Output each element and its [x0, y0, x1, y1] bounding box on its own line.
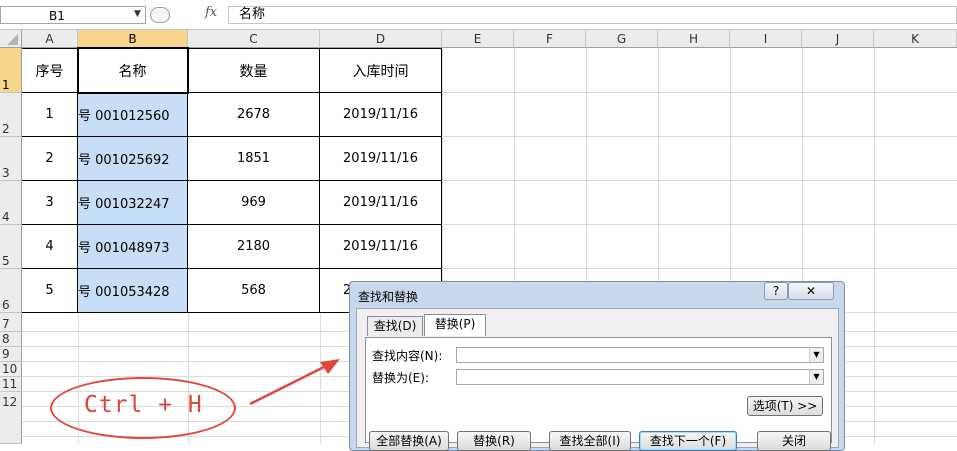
close-dialog-button[interactable]: 关闭	[757, 431, 831, 451]
table-cell-name[interactable]: 货号 001025692	[78, 137, 187, 180]
name-box[interactable]: B1 ▼	[0, 6, 146, 24]
find-what-input[interactable]: ▼	[456, 347, 824, 363]
row-header-5[interactable]: 5	[0, 225, 22, 269]
table-cell-qty[interactable]: 568	[188, 269, 319, 312]
table-cell-qty[interactable]: 2180	[188, 225, 319, 268]
table-cell-no[interactable]: 1	[22, 93, 77, 136]
column-header-i[interactable]: I	[730, 30, 802, 48]
formula-input[interactable]: 名称	[228, 6, 957, 24]
row-header-7[interactable]: 7	[0, 313, 22, 332]
table-cell-date[interactable]: 2019/11/16	[320, 181, 441, 224]
header-qty[interactable]: 数量	[188, 49, 319, 92]
replace-tab-panel: 查找内容(N): ▼ 替换为(E): ▼ 选项(T) >>	[365, 337, 832, 443]
row-header-1[interactable]: 1	[0, 48, 22, 93]
table-cell-no[interactable]: 5	[22, 269, 77, 312]
find-next-button[interactable]: 查找下一个(F)	[639, 431, 737, 451]
find-what-label: 查找内容(N):	[372, 349, 443, 363]
tab-find[interactable]: 查找(D)	[367, 316, 423, 336]
table-cell-no[interactable]: 2	[22, 137, 77, 180]
row-header-2[interactable]: 2	[0, 93, 22, 137]
chevron-down-icon[interactable]: ▼	[809, 370, 823, 384]
table-cell-date[interactable]: 2019/11/16	[320, 225, 441, 268]
table-cell-qty[interactable]: 969	[188, 181, 319, 224]
annotation-arrow-icon	[249, 359, 340, 406]
name-box-value: B1	[49, 9, 65, 23]
select-all-corner[interactable]	[0, 30, 22, 48]
column-header-f[interactable]: F	[514, 30, 586, 48]
help-button[interactable]: ?	[764, 282, 788, 300]
column-header-c[interactable]: C	[188, 30, 320, 48]
find-replace-dialog: 查找和替换 ? ✕ 查找(D) 替换(P) 查找内容(N): ▼ 替换为(E):…	[349, 281, 845, 451]
table-cell-no[interactable]: 3	[22, 181, 77, 224]
replace-button[interactable]: 替换(R)	[457, 431, 531, 451]
header-date[interactable]: 入库时间	[320, 49, 441, 92]
column-header-a[interactable]: A	[22, 30, 78, 48]
replace-with-input[interactable]: ▼	[456, 369, 824, 385]
row-header-10[interactable]: 10	[0, 362, 22, 377]
row-header-6[interactable]: 6	[0, 269, 22, 313]
chevron-down-icon[interactable]: ▼	[809, 348, 823, 362]
table-cell-name[interactable]: 货号 001048973	[78, 225, 187, 268]
table-cell-name[interactable]: 货号 001032247	[78, 181, 187, 224]
column-header-b[interactable]: B	[78, 30, 188, 48]
row-header-4[interactable]: 4	[0, 181, 22, 225]
options-button[interactable]: 选项(T) >>	[747, 396, 823, 416]
formula-bar: B1 ▼ fx 名称	[0, 0, 957, 30]
formula-bar-expand-icon[interactable]	[150, 7, 170, 23]
table-cell-name[interactable]: 货号 001053428	[78, 269, 187, 312]
column-header-d[interactable]: D	[320, 30, 442, 48]
shortcut-annotation: Ctrl + H	[84, 392, 203, 418]
table-cell-no[interactable]: 4	[22, 225, 77, 268]
close-button[interactable]: ✕	[788, 282, 834, 300]
table-cell-date[interactable]: 2019/11/16	[320, 137, 441, 180]
row-header-9[interactable]: 9	[0, 347, 22, 362]
chevron-down-icon[interactable]: ▼	[134, 9, 141, 19]
row-header-3[interactable]: 3	[0, 137, 22, 181]
row-header-11[interactable]: 11	[0, 377, 22, 392]
fx-icon[interactable]: fx	[205, 5, 217, 20]
table-cell-name[interactable]: 货号 001012560	[78, 93, 187, 136]
table-cell-date[interactable]: 2019/11/16	[320, 93, 441, 136]
column-header-g[interactable]: G	[586, 30, 658, 48]
replace-with-label: 替换为(E):	[372, 371, 429, 385]
table-cell-qty[interactable]: 1851	[188, 137, 319, 180]
row-header-8[interactable]: 8	[0, 332, 22, 347]
column-header-h[interactable]: H	[658, 30, 730, 48]
column-header-e[interactable]: E	[442, 30, 514, 48]
header-no[interactable]: 序号	[22, 49, 77, 92]
table-cell-qty[interactable]: 2678	[188, 93, 319, 136]
find-all-button[interactable]: 查找全部(I)	[549, 431, 631, 451]
dialog-title: 查找和替换	[358, 290, 419, 304]
column-header-k[interactable]: K	[874, 30, 957, 48]
header-name[interactable]: 名称	[78, 49, 187, 92]
dialog-body: 查找(D) 替换(P) 查找内容(N): ▼ 替换为(E): ▼ 选项(T) >…	[356, 308, 839, 451]
column-header-j[interactable]: J	[802, 30, 874, 48]
row-header-12[interactable]: 12	[0, 392, 22, 444]
tab-replace[interactable]: 替换(P)	[424, 314, 486, 336]
replace-all-button[interactable]: 全部替换(A)	[369, 431, 449, 451]
